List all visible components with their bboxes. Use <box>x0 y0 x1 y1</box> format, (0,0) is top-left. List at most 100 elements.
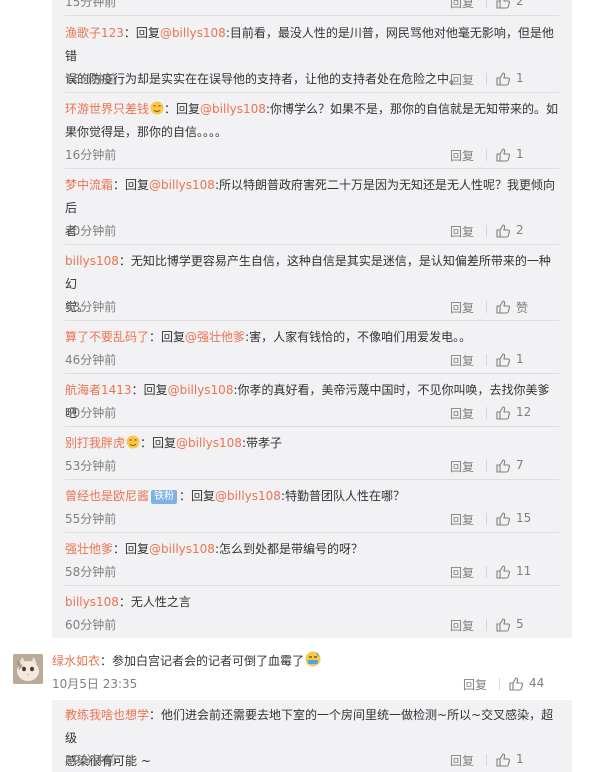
reply-text: 别打我胖虎 ：回复@billys108:带孝子 <box>65 435 282 450</box>
reply-body-cont: 误的防疫行为却是实实在在误导他的支持者，让他的支持者处在危险之中。 <box>65 72 462 86</box>
reply-button[interactable]: 回复 <box>450 71 474 88</box>
reply-author[interactable]: 渔歌子123 <box>65 26 124 40</box>
divider <box>65 585 559 586</box>
reply-prefix: 回复 <box>152 436 177 450</box>
reply-time: 43分钟前 <box>65 300 117 314</box>
emoji-face-icon <box>126 435 140 449</box>
reply-author[interactable]: 别打我胖虎 <box>65 436 125 450</box>
reply-author[interactable]: 教练我啥也想学 <box>65 708 149 722</box>
reply-button[interactable]: 回复 <box>450 617 474 634</box>
reply-actions: 回复 7 <box>450 458 560 476</box>
reply-time: 50分钟前 <box>65 406 117 420</box>
reply-body: 无人性之言 <box>130 595 191 609</box>
like-count[interactable]: 7 <box>516 458 524 472</box>
reply-mention[interactable]: @billys108 <box>168 383 234 397</box>
reply-author[interactable]: 算了不要乱码了 <box>65 330 149 344</box>
reply-button[interactable]: 回复 <box>450 352 474 369</box>
like-count[interactable]: 1 <box>516 352 524 366</box>
divider <box>65 15 559 16</box>
reply-author[interactable]: 曾经也是欧尼酱 <box>65 489 149 503</box>
thumbs-up-icon[interactable] <box>496 353 510 367</box>
reply-time: 60分钟前 <box>65 618 117 632</box>
thumbs-up-icon[interactable] <box>496 459 510 473</box>
thumbs-up-icon[interactable] <box>496 224 510 238</box>
like-count[interactable]: 11 <box>516 564 531 578</box>
thumbs-up-icon[interactable] <box>509 677 523 691</box>
avatar[interactable] <box>13 654 43 684</box>
reply-prefix: 回复 <box>143 383 168 397</box>
divider <box>65 532 559 533</box>
reply-author[interactable]: 梦中流霜 <box>65 178 113 192</box>
like-count[interactable]: 2 <box>516 0 524 8</box>
fan-badge: 铁粉 <box>151 490 178 504</box>
divider <box>486 73 487 85</box>
reply-text: 强壮他爹：回复@billys108:怎么到处都是带编号的呀？ <box>65 542 363 556</box>
reply-author[interactable]: billys108 <box>65 254 119 268</box>
reply-actions: 回复 15 <box>450 511 560 529</box>
reply-button[interactable]: 回复 <box>450 147 474 164</box>
reply-author[interactable]: 环游世界只差钱 <box>65 102 149 116</box>
thumbs-up-icon[interactable] <box>496 300 510 314</box>
divider <box>65 244 559 245</box>
reply-button[interactable]: 回复 <box>450 299 474 316</box>
thumbs-up-icon[interactable] <box>496 618 510 632</box>
like-label[interactable]: 赞 <box>516 299 528 316</box>
like-count[interactable]: 2 <box>516 223 524 237</box>
thumbs-up-icon[interactable] <box>496 0 510 9</box>
like-count[interactable]: 15 <box>516 511 531 525</box>
reply-button[interactable]: 回复 <box>450 223 474 240</box>
reply-author[interactable]: 强壮他爹 <box>65 542 113 556</box>
reply-actions: 回复 12 <box>450 405 560 423</box>
divider <box>65 373 559 374</box>
reply-mention[interactable]: @billys108 <box>160 26 226 40</box>
reply-mention[interactable]: @billys108 <box>215 489 281 503</box>
thumbs-up-icon[interactable] <box>496 512 510 526</box>
like-count[interactable]: 12 <box>516 405 531 419</box>
thumbs-up-icon[interactable] <box>496 565 510 579</box>
like-count[interactable]: 5 <box>516 617 524 631</box>
divider <box>486 354 487 366</box>
reply-mention[interactable]: @billys108 <box>149 542 215 556</box>
reply-body: 无知比博学更容易产生自信，这种自信是其实是迷信，是认知偏差所带来的一种幻 <box>65 254 551 291</box>
reply-item: billys108：无人性之言 <box>52 591 572 614</box>
reply-button[interactable]: 回复 <box>450 564 474 581</box>
like-count[interactable]: 44 <box>529 676 544 690</box>
reply-time: 15分钟前 <box>65 0 117 9</box>
like-count[interactable]: 1 <box>516 71 524 85</box>
reply-mention[interactable]: @强壮他爹 <box>185 330 245 344</box>
thumbs-up-icon[interactable] <box>496 148 510 162</box>
reply-time: 16分钟前 <box>65 148 117 162</box>
reply-body: :特勤普团队人性在哪？ <box>280 489 405 503</box>
divider <box>486 619 487 631</box>
reply-mention[interactable]: @billys108 <box>149 178 215 192</box>
comment-author[interactable]: 绿水如衣 <box>52 654 100 668</box>
reply-button[interactable]: 回复 <box>450 405 474 422</box>
like-count[interactable]: 1 <box>516 752 524 766</box>
thumbs-up-icon[interactable] <box>496 406 510 420</box>
reply-time: 29分钟前 <box>65 753 117 767</box>
divider <box>486 566 487 578</box>
reply-mention[interactable]: @billys108 <box>200 102 266 116</box>
reply-item: 强壮他爹：回复@billys108:怎么到处都是带编号的呀？ <box>52 538 572 561</box>
reply-body: :你博学么？如果不是，那你的自信就是无知带来的。如 <box>265 102 558 116</box>
reply-button[interactable]: 回复 <box>450 752 474 769</box>
reply-button[interactable]: 回复 <box>450 511 474 528</box>
reply-author[interactable]: 航海者1413 <box>65 383 132 397</box>
thumbs-up-icon[interactable] <box>496 753 510 767</box>
reply-button[interactable]: 回复 <box>450 458 474 475</box>
comment-text: 绿水如衣：参加白宫记者会的记者可倒了血霉了 <box>52 650 321 672</box>
divider <box>486 0 487 8</box>
reply-body-cont: 果你觉得是，那你的自信。。。。 <box>65 125 228 139</box>
reply-author[interactable]: billys108 <box>65 595 119 609</box>
reply-button[interactable]: 回复 <box>463 676 487 693</box>
reply-body: :带孝子 <box>241 436 282 450</box>
thumbs-up-icon[interactable] <box>496 72 510 86</box>
divider <box>486 225 487 237</box>
reply-actions: 回复 11 <box>450 564 560 582</box>
divider <box>65 168 559 169</box>
replies-panel: 15分钟前 回复 2 渔歌子123：回复@billys108:目前看，最没人性的… <box>52 0 572 638</box>
like-count[interactable]: 1 <box>516 147 524 161</box>
reply-text: 环游世界只差钱 ：回复@billys108:你博学么？如果不是，那你的自信就是无知… <box>65 101 558 139</box>
reply-button[interactable]: 回复 <box>450 0 474 11</box>
reply-mention[interactable]: @billys108 <box>176 436 242 450</box>
